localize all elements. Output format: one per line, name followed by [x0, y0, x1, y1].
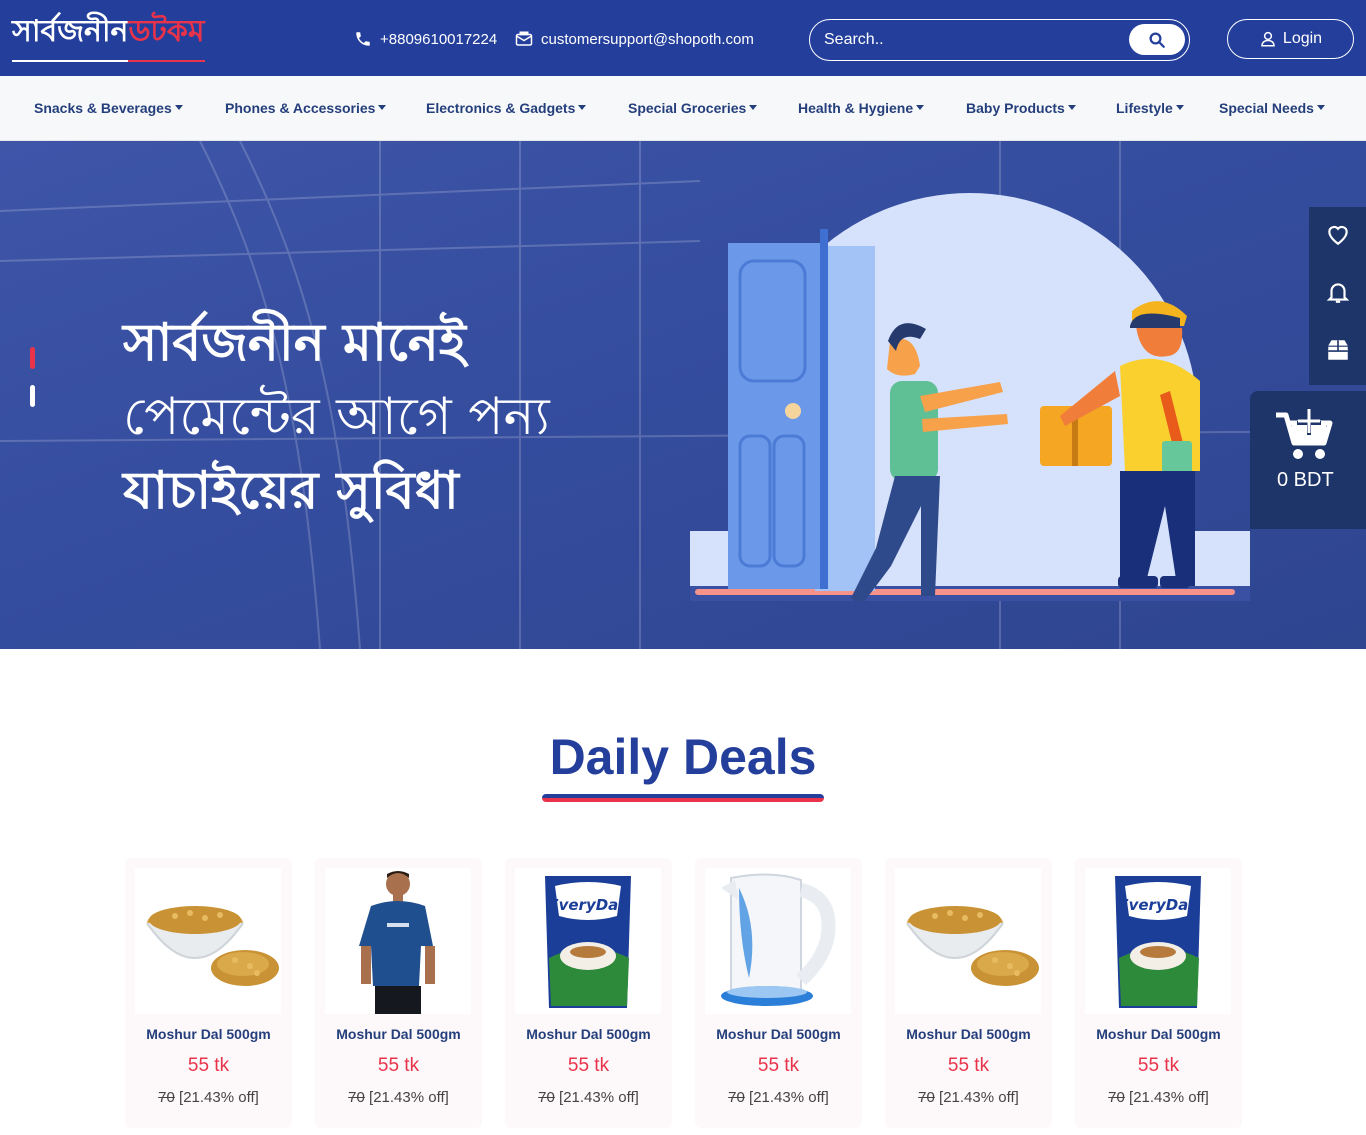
original-price: 70 — [538, 1089, 555, 1106]
phone-contact[interactable]: +8809610017224 — [354, 30, 497, 48]
product-name[interactable]: Moshur Dal 500gm — [125, 1026, 292, 1042]
caret-down-icon — [1175, 104, 1184, 110]
site-logo[interactable]: সার্বজনীন ডটকম — [12, 14, 205, 62]
discount-label: [21.43% off] — [369, 1089, 449, 1106]
hero-line-1: সার্বজনীন মানেই — [123, 313, 466, 373]
email-contact[interactable]: customersupport@shopoth.com — [515, 30, 754, 48]
mini-cart[interactable]: 0 BDT — [1250, 391, 1366, 529]
email-address: customersupport@shopoth.com — [541, 30, 754, 48]
product-card[interactable]: EveryDay Moshur Dal 500gm 55 tk 70 [21.43%… — [505, 858, 672, 1128]
product-price: 55 tk — [947, 1055, 990, 1076]
discount-label: [21.43% off] — [939, 1089, 1019, 1106]
product-image[interactable]: EveryDay — [1085, 868, 1231, 1014]
original-price: 70 — [348, 1089, 365, 1106]
product-image[interactable] — [895, 868, 1041, 1014]
logo-text-red: ডটকম — [128, 7, 205, 62]
cart-total: 0 BDT — [1277, 469, 1334, 491]
discount-label: [21.43% off] — [179, 1089, 259, 1106]
product-price: 55 tk — [377, 1055, 420, 1076]
product-image[interactable] — [135, 868, 281, 1014]
carousel-dot[interactable] — [30, 385, 35, 407]
logo-text-white: সার্বজনীন — [12, 7, 129, 62]
search-button[interactable] — [1129, 24, 1185, 55]
nav-item-special-groceries[interactable]: Special Groceries — [628, 100, 758, 116]
nav-item-phones-accessories[interactable]: Phones & Accessories — [225, 100, 387, 116]
search-icon — [1149, 32, 1165, 48]
hero-banner: সার্বজনীন মানেই পেমেন্টের আগে পন্য যাচাই… — [0, 141, 1366, 649]
nav-item-snacks-beverages[interactable]: Snacks & Beverages — [34, 100, 183, 116]
product-image[interactable]: EveryDay — [515, 868, 661, 1014]
nav-item-special-needs[interactable]: Special Needs — [1219, 100, 1325, 116]
product-name[interactable]: Moshur Dal 500gm — [885, 1026, 1052, 1042]
nav-item-lifestyle[interactable]: Lifestyle — [1116, 100, 1184, 116]
product-card[interactable]: Moshur Dal 500gm 55 tk 70 [21.43% off] — [125, 858, 292, 1128]
carousel-dot-active[interactable] — [30, 347, 35, 369]
product-old-price: 70 [21.43% off] — [885, 1089, 1052, 1106]
caret-down-icon — [378, 104, 387, 110]
product-price: 55 tk — [187, 1055, 230, 1076]
product-old-price: 70 [21.43% off] — [695, 1089, 862, 1106]
heart-icon[interactable] — [1325, 221, 1351, 247]
search-bar — [809, 19, 1190, 61]
product-old-price: 70 [21.43% off] — [1075, 1089, 1242, 1106]
product-name[interactable]: Moshur Dal 500gm — [505, 1026, 672, 1042]
hero-line-2: পেমেন্টের আগে পন্য — [123, 387, 550, 447]
original-price: 70 — [1108, 1089, 1125, 1106]
product-old-price: 70 [21.43% off] — [315, 1089, 482, 1106]
discount-label: [21.43% off] — [749, 1089, 829, 1106]
product-price: 55 tk — [757, 1055, 800, 1076]
product-card[interactable]: Moshur Dal 500gm 55 tk 70 [21.43% off] — [315, 858, 482, 1128]
product-card[interactable]: EveryDay Moshur Dal 500gm 55 tk 70 [21.43%… — [1075, 858, 1242, 1128]
original-price: 70 — [918, 1089, 935, 1106]
original-price: 70 — [728, 1089, 745, 1106]
title-underline — [542, 794, 824, 802]
caret-down-icon — [749, 104, 758, 110]
product-price: 55 tk — [1137, 1055, 1180, 1076]
login-label: Login — [1282, 30, 1323, 47]
user-icon — [1261, 31, 1275, 47]
envelope-icon — [515, 31, 533, 46]
caret-down-icon — [1067, 104, 1076, 110]
discount-label: [21.43% off] — [559, 1089, 639, 1106]
delivery-illustration — [690, 193, 1250, 601]
product-old-price: 70 [21.43% off] — [505, 1089, 672, 1106]
nav-item-electronics-gadgets[interactable]: Electronics & Gadgets — [426, 100, 587, 116]
box-icon[interactable] — [1325, 337, 1351, 363]
product-card[interactable]: Moshur Dal 500gm 55 tk 70 [21.43% off] — [695, 858, 862, 1128]
category-nav: Snacks & Beverages Phones & Accessories … — [0, 76, 1366, 141]
side-action-panel — [1309, 207, 1366, 385]
product-name[interactable]: Moshur Dal 500gm — [695, 1026, 862, 1042]
product-price: 55 tk — [567, 1055, 610, 1076]
discount-label: [21.43% off] — [1129, 1089, 1209, 1106]
original-price: 70 — [158, 1089, 175, 1106]
top-header: সার্বজনীন ডটকম +8809610017224 customersup… — [0, 0, 1366, 76]
phone-number: +8809610017224 — [380, 30, 498, 48]
product-old-price: 70 [21.43% off] — [125, 1089, 292, 1106]
caret-down-icon — [1316, 104, 1325, 110]
login-button[interactable]: Login — [1227, 19, 1354, 59]
carousel-indicators — [30, 347, 36, 423]
cart-add-icon — [1276, 409, 1333, 459]
caret-down-icon — [578, 104, 587, 110]
hero-headline: সার্বজনীন মানেই পেমেন্টের আগে পন্য যাচাই… — [123, 306, 550, 528]
caret-down-icon — [916, 104, 925, 110]
search-input[interactable] — [824, 29, 1124, 51]
nav-item-health-hygiene[interactable]: Health & Hygiene — [798, 100, 925, 116]
daily-deals-title: Daily Deals — [549, 729, 817, 785]
product-name[interactable]: Moshur Dal 500gm — [315, 1026, 482, 1042]
bell-icon[interactable] — [1325, 279, 1351, 305]
product-image[interactable] — [325, 868, 471, 1014]
product-image[interactable] — [705, 868, 851, 1014]
caret-down-icon — [174, 104, 183, 110]
phone-icon — [356, 32, 370, 46]
svg-text:EveryDay: EveryDay — [1118, 896, 1198, 914]
product-name[interactable]: Moshur Dal 500gm — [1075, 1026, 1242, 1042]
svg-text:EveryDay: EveryDay — [548, 896, 628, 914]
product-card[interactable]: Moshur Dal 500gm 55 tk 70 [21.43% off] — [885, 858, 1052, 1128]
nav-item-baby-products[interactable]: Baby Products — [966, 100, 1076, 116]
hero-line-3: যাচাইয়ের সুবিধা — [123, 461, 459, 521]
